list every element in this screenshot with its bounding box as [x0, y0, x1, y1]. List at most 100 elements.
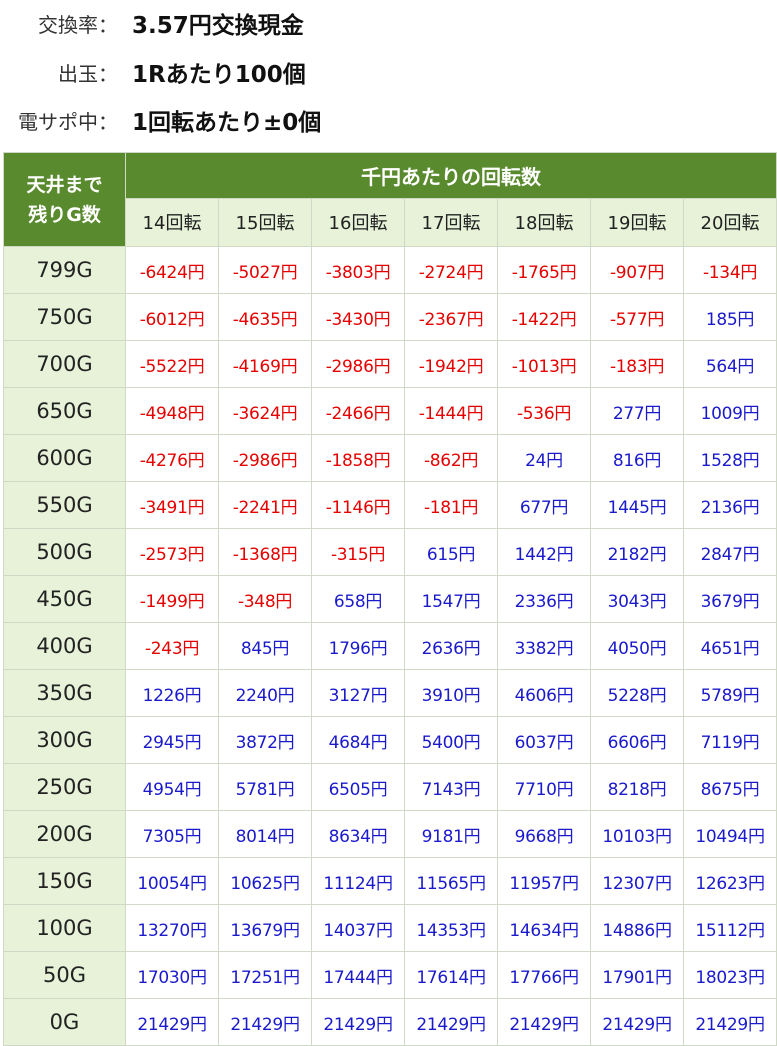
table-cell: 11957円 — [497, 857, 591, 905]
table-row: 100G 13270円 13679円 14037円 14353円 14634円 14886円… — [3, 904, 777, 952]
table-body: 799G -6424円 -5027円 -3803円 -2724円 -1765円 -907円 -… — [3, 246, 777, 1046]
table-row: 550G -3491円 -2241円 -1146円 -181円 677円 1445円 2136… — [3, 481, 777, 529]
table-cell: -1368円 — [218, 528, 312, 576]
row-header: 400G — [3, 622, 126, 670]
table-cell: 10103円 — [590, 810, 684, 858]
table-cell: -2724円 — [404, 246, 498, 294]
table-cell: -6424円 — [125, 246, 219, 294]
table-cell: -2241円 — [218, 481, 312, 529]
table-cell: 11565円 — [404, 857, 498, 905]
table-cell: 6037円 — [497, 716, 591, 764]
row-header: 700G — [3, 340, 126, 388]
column-header: 18回転 — [497, 197, 591, 248]
table-cell: 677円 — [497, 481, 591, 529]
table-cell: -1765円 — [497, 246, 591, 294]
table-cell: 21429円 — [218, 998, 312, 1046]
table-cell: 5789円 — [683, 669, 777, 717]
table-cell: -1444円 — [404, 387, 498, 435]
table-cell: 11124円 — [311, 857, 405, 905]
column-header: 17回転 — [404, 197, 498, 248]
table-cell: 3382円 — [497, 622, 591, 670]
table-row: 450G -1499円 -348円 658円 1547円 2336円 3043円 3679円 — [3, 575, 777, 623]
table-row: 799G -6424円 -5027円 -3803円 -2724円 -1765円 -907円 -… — [3, 246, 777, 294]
table-cell: 13679円 — [218, 904, 312, 952]
table-cell: 4651円 — [683, 622, 777, 670]
table-cell: 9181円 — [404, 810, 498, 858]
table-cell: -2466円 — [311, 387, 405, 435]
table-cell: 4606円 — [497, 669, 591, 717]
table-cell: -5522円 — [125, 340, 219, 388]
expected-value-table: 天井まで 残りG数 千円あたりの回転数 14回転 15回転 16回転 17回転 18回転… — [3, 152, 777, 1046]
table-cell: 14353円 — [404, 904, 498, 952]
table-cell: 615円 — [404, 528, 498, 576]
table-cell: -348円 — [218, 575, 312, 623]
table-cell: -1858円 — [311, 434, 405, 482]
table-cell: 5400円 — [404, 716, 498, 764]
column-header: 20回転 — [683, 197, 777, 248]
table-row: 350G 1226円 2240円 3127円 3910円 4606円 5228円 5789円 — [3, 669, 777, 717]
table-cell: 21429円 — [125, 998, 219, 1046]
group-header-row: 天井まで 残りG数 千円あたりの回転数 — [3, 152, 777, 247]
row-header: 300G — [3, 716, 126, 764]
table-cell: 17766円 — [497, 951, 591, 999]
table-cell: 15112円 — [683, 904, 777, 952]
table-row: 50G 17030円 17251円 17444円 17614円 17766円 17901円 1… — [3, 951, 777, 999]
table-cell: 2240円 — [218, 669, 312, 717]
table-cell: 12623円 — [683, 857, 777, 905]
table-cell: 21429円 — [497, 998, 591, 1046]
support-row: 電サポ中： 1回転あたり±0個 — [0, 100, 777, 140]
table-cell: 1796円 — [311, 622, 405, 670]
table-cell: -907円 — [590, 246, 684, 294]
table-row: 600G -4276円 -2986円 -1858円 -862円 24円 816円 1528円 — [3, 434, 777, 482]
table-cell: -315円 — [311, 528, 405, 576]
row-header: 450G — [3, 575, 126, 623]
payout-value: 1Rあたり100個 — [132, 62, 306, 88]
table-cell: 18023円 — [683, 951, 777, 999]
table-cell: 3872円 — [218, 716, 312, 764]
exchange-rate-label: 交換率： — [38, 12, 118, 37]
table-cell: 2182円 — [590, 528, 684, 576]
table-cell: 2136円 — [683, 481, 777, 529]
corner-header: 天井まで 残りG数 — [3, 152, 126, 247]
column-header: 19回転 — [590, 197, 684, 248]
table-cell: -2573円 — [125, 528, 219, 576]
table-cell: -2367円 — [404, 293, 498, 341]
table-cell: 14886円 — [590, 904, 684, 952]
table-cell: 4954円 — [125, 763, 219, 811]
table-cell: -134円 — [683, 246, 777, 294]
table-row: 700G -5522円 -4169円 -2986円 -1942円 -1013円 -183円 5… — [3, 340, 777, 388]
table-row: 650G -4948円 -3624円 -2466円 -1444円 -536円 277円 100… — [3, 387, 777, 435]
table-cell: -243円 — [125, 622, 219, 670]
corner-header-line1: 天井まで — [26, 173, 103, 196]
row-header: 550G — [3, 481, 126, 529]
table-cell: 7143円 — [404, 763, 498, 811]
payout-row: 出玉： 1Rあたり100個 — [0, 52, 777, 92]
support-label: 電サポ中： — [18, 109, 118, 134]
table-cell: 2945円 — [125, 716, 219, 764]
table-cell: 3127円 — [311, 669, 405, 717]
table-cell: -3803円 — [311, 246, 405, 294]
table-cell: -1942円 — [404, 340, 498, 388]
table-cell: 10625円 — [218, 857, 312, 905]
table-row: 750G -6012円 -4635円 -3430円 -2367円 -1422円 -577円 1… — [3, 293, 777, 341]
table-cell: 14634円 — [497, 904, 591, 952]
table-cell: 21429円 — [590, 998, 684, 1046]
table-cell: 21429円 — [404, 998, 498, 1046]
row-header: 150G — [3, 857, 126, 905]
table-cell: -3491円 — [125, 481, 219, 529]
table-cell: 1009円 — [683, 387, 777, 435]
table-cell: -181円 — [404, 481, 498, 529]
table-cell: 21429円 — [311, 998, 405, 1046]
table-cell: -183円 — [590, 340, 684, 388]
table-cell: 13270円 — [125, 904, 219, 952]
table-cell: 1528円 — [683, 434, 777, 482]
table-row: 500G -2573円 -1368円 -315円 615円 1442円 2182円 2847円 — [3, 528, 777, 576]
table-cell: -2986円 — [218, 434, 312, 482]
row-header: 350G — [3, 669, 126, 717]
table-cell: 5781円 — [218, 763, 312, 811]
table-cell: 6606円 — [590, 716, 684, 764]
table-cell: 3679円 — [683, 575, 777, 623]
table-cell: -577円 — [590, 293, 684, 341]
column-header: 15回転 — [218, 197, 312, 248]
row-header: 50G — [3, 951, 126, 999]
